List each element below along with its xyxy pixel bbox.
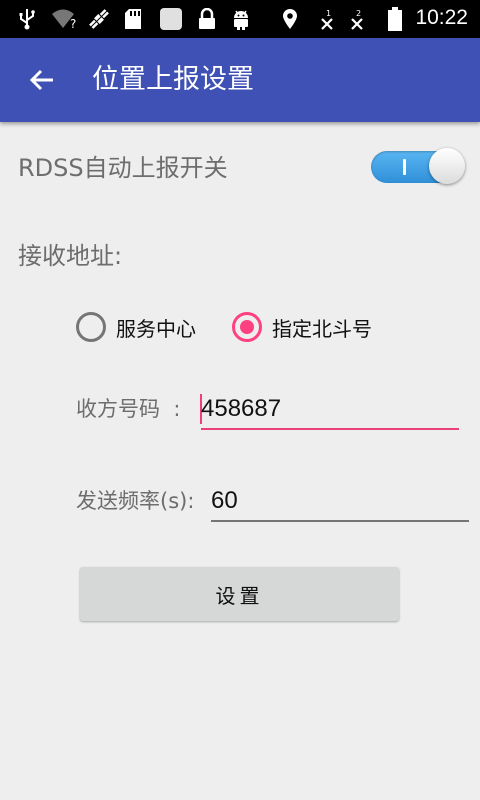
switch-thumb xyxy=(429,148,465,184)
recipient-input[interactable]: 458687 xyxy=(200,390,459,430)
page-title: 位置上报设置 xyxy=(92,64,254,95)
android-icon xyxy=(230,7,252,31)
status-clock: 10:22 xyxy=(415,6,468,29)
app-bar: 位置上报设置 xyxy=(0,38,480,122)
arrow-back-icon xyxy=(29,69,53,91)
back-button[interactable] xyxy=(20,58,64,102)
input-underline xyxy=(201,428,459,430)
radio-unchecked-icon xyxy=(76,312,106,342)
battery-icon xyxy=(386,7,404,31)
receive-address-label: 接收地址: xyxy=(18,242,123,270)
input-underline xyxy=(211,520,469,522)
switch-on-mark xyxy=(403,159,406,175)
wifi-question-icon: ? xyxy=(50,7,80,31)
svg-text:2: 2 xyxy=(356,9,361,18)
radio-label: 服务中心 xyxy=(116,316,196,341)
auto-report-label: RDSS自动上报开关 xyxy=(18,154,228,182)
status-bar: ? 1 2 10:22 xyxy=(0,0,480,38)
sim2-no-signal-icon: 2 xyxy=(348,7,368,31)
svg-text:1: 1 xyxy=(326,9,331,18)
satellite-icon xyxy=(86,7,112,31)
sd-card-icon xyxy=(122,7,144,31)
location-icon xyxy=(280,7,300,31)
usb-icon xyxy=(16,7,38,31)
radio-label: 指定北斗号 xyxy=(272,316,372,341)
radio-checked-icon xyxy=(232,312,262,342)
frequency-value: 60 xyxy=(211,487,238,514)
lock-icon xyxy=(196,7,218,31)
auto-report-switch[interactable] xyxy=(369,148,467,186)
sim1-no-signal-icon: 1 xyxy=(318,7,338,31)
frequency-input[interactable]: 60 xyxy=(211,482,469,522)
recipient-label: 收方号码 : xyxy=(76,397,181,421)
recipient-value: 458687 xyxy=(201,395,282,422)
set-button[interactable]: 设置 xyxy=(80,567,399,621)
blank-notification-icon xyxy=(158,7,184,31)
frequency-label: 发送频率(s): xyxy=(76,489,195,513)
radio-service-center[interactable]: 服务中心 xyxy=(76,310,196,344)
svg-text:?: ? xyxy=(70,17,76,30)
radio-specified-beidou[interactable]: 指定北斗号 xyxy=(232,310,372,344)
